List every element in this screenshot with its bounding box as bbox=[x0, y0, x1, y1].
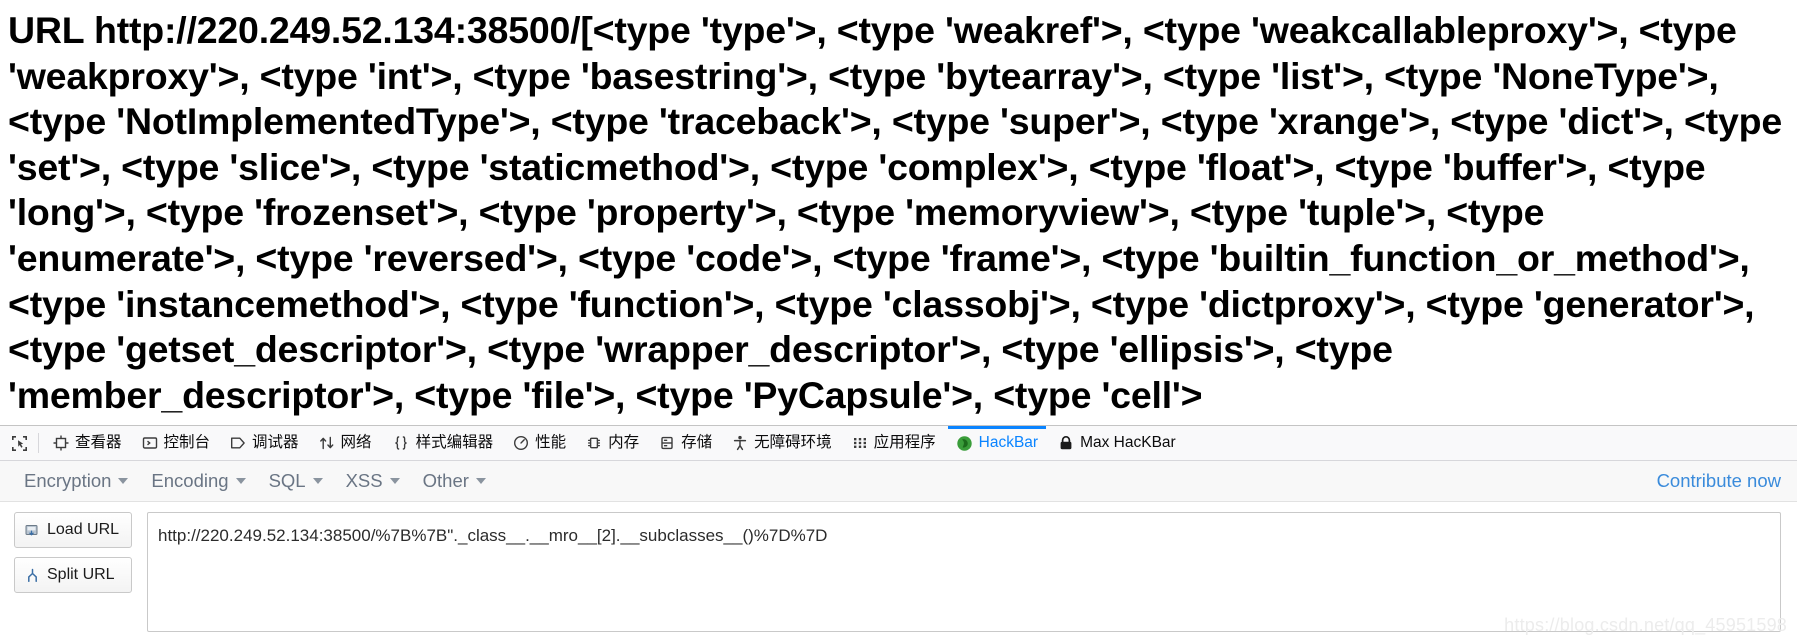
memory-icon bbox=[586, 435, 602, 451]
devtools-tab-style-editor[interactable]: 样式编辑器 bbox=[382, 426, 504, 460]
devtools-tab-strip: 查看器 控制台 调试器 网络 样式编辑器 性能 内存 存储 无障碍环境 应用程序… bbox=[0, 426, 1797, 461]
devtools-tab-console[interactable]: 控制台 bbox=[132, 426, 221, 460]
hackbar-panel: Encryption Encoding SQL XSS Other Contri… bbox=[0, 461, 1797, 640]
hackbar-menu-sql[interactable]: SQL bbox=[259, 466, 336, 496]
devtools-tab-label: 内存 bbox=[608, 434, 640, 452]
style-editor-icon bbox=[392, 435, 410, 451]
debugger-icon bbox=[230, 435, 246, 451]
devtools-tab-performance[interactable]: 性能 bbox=[503, 426, 576, 460]
application-icon bbox=[852, 435, 868, 451]
console-icon bbox=[142, 435, 158, 451]
hackbar-body: Load URL Split URL bbox=[0, 502, 1797, 640]
performance-icon bbox=[513, 435, 529, 451]
split-url-label: Split URL bbox=[47, 566, 115, 583]
load-url-icon bbox=[24, 522, 41, 539]
chevron-down-icon bbox=[312, 478, 323, 484]
page-content-area: URL http://220.249.52.134:38500/[<type '… bbox=[0, 0, 1797, 425]
hackbar-url-field-wrapper bbox=[147, 512, 1781, 640]
split-url-button[interactable]: Split URL bbox=[14, 557, 132, 593]
storage-icon bbox=[659, 435, 675, 451]
hackbar-menu-encoding[interactable]: Encoding bbox=[141, 466, 258, 496]
hackbar-menu-encryption[interactable]: Encryption bbox=[14, 466, 141, 496]
devtools-tab-label: 控制台 bbox=[163, 434, 211, 452]
devtools-tab-label: 网络 bbox=[340, 434, 372, 452]
toolbar-divider bbox=[38, 433, 39, 453]
devtools-tab-label: Max HacKBar bbox=[1080, 434, 1176, 452]
inspector-icon bbox=[53, 435, 69, 451]
devtools-tab-inspector[interactable]: 查看器 bbox=[43, 426, 132, 460]
split-url-icon bbox=[24, 567, 41, 584]
hackbar-action-buttons: Load URL Split URL bbox=[14, 512, 132, 640]
devtools-tab-label: 样式编辑器 bbox=[415, 434, 494, 452]
hackbar-menu-xss[interactable]: XSS bbox=[336, 466, 413, 496]
devtools-tab-label: 查看器 bbox=[75, 434, 122, 452]
devtools-tab-debugger[interactable]: 调试器 bbox=[220, 426, 309, 460]
contribute-now-link[interactable]: Contribute now bbox=[1657, 470, 1781, 492]
accessibility-icon bbox=[732, 435, 748, 451]
hackbar-menu-other[interactable]: Other bbox=[413, 466, 499, 496]
element-picker-icon[interactable] bbox=[4, 426, 34, 460]
devtools-tab-storage[interactable]: 存储 bbox=[649, 426, 722, 460]
hackbar-icon bbox=[956, 435, 973, 452]
devtools-tab-label: 调试器 bbox=[252, 434, 299, 452]
devtools-tab-max-hackbar[interactable]: Max HacKBar bbox=[1048, 426, 1186, 460]
devtools-tab-hackbar[interactable]: HackBar bbox=[946, 426, 1048, 460]
devtools-tab-label: 无障碍环境 bbox=[754, 434, 832, 452]
hackbar-menu-label: SQL bbox=[268, 470, 306, 491]
chevron-down-icon bbox=[118, 478, 129, 484]
load-url-label: Load URL bbox=[47, 521, 120, 538]
devtools-tab-application[interactable]: 应用程序 bbox=[842, 426, 946, 460]
devtools-tab-label: 性能 bbox=[535, 434, 567, 452]
load-url-button[interactable]: Load URL bbox=[14, 512, 132, 548]
devtools-tab-label: HackBar bbox=[978, 434, 1039, 452]
devtools-tab-label: 应用程序 bbox=[873, 434, 936, 452]
network-icon bbox=[319, 435, 335, 451]
url-input[interactable] bbox=[147, 512, 1781, 632]
hackbar-menu-label: Encryption bbox=[24, 470, 112, 491]
chevron-down-icon bbox=[475, 478, 486, 484]
chevron-down-icon bbox=[235, 478, 246, 484]
hackbar-menu-label: Other bbox=[422, 470, 469, 491]
hackbar-menu-label: Encoding bbox=[151, 470, 229, 491]
page-body-text: URL http://220.249.52.134:38500/[<type '… bbox=[8, 9, 1782, 416]
devtools-tab-accessibility[interactable]: 无障碍环境 bbox=[722, 426, 842, 460]
chevron-down-icon bbox=[389, 478, 400, 484]
devtools-tab-memory[interactable]: 内存 bbox=[576, 426, 649, 460]
hackbar-menubar: Encryption Encoding SQL XSS Other Contri… bbox=[0, 461, 1797, 502]
devtools-panel: 查看器 控制台 调试器 网络 样式编辑器 性能 内存 存储 无障碍环境 应用程序… bbox=[0, 425, 1797, 640]
devtools-tab-label: 存储 bbox=[681, 434, 713, 452]
hackbar-menu-label: XSS bbox=[345, 470, 383, 491]
devtools-tab-network[interactable]: 网络 bbox=[309, 426, 382, 460]
lock-icon bbox=[1058, 435, 1074, 451]
